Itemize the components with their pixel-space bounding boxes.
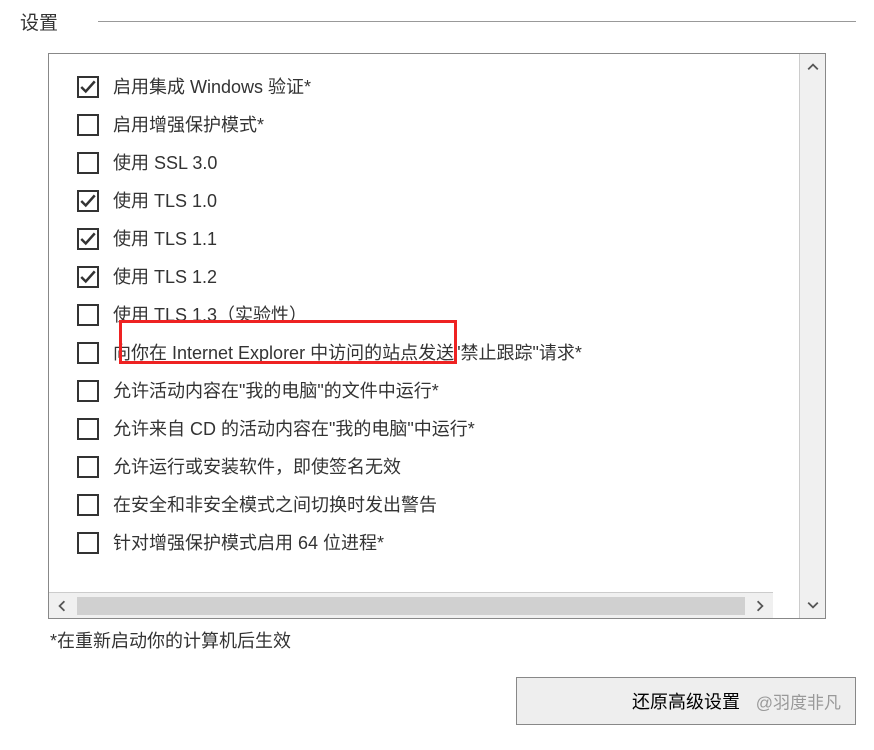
section-title: 设置 [20, 8, 58, 35]
setting-row[interactable]: 启用增强保护模式* [77, 106, 791, 144]
restore-advanced-settings-button[interactable]: 还原高级设置 @羽度非凡 [516, 677, 856, 725]
setting-label: 使用 SSL 3.0 [113, 144, 217, 182]
setting-row[interactable]: 针对增强保护模式启用 64 位进程* [77, 524, 791, 562]
setting-label: 使用 TLS 1.0 [113, 182, 217, 220]
checkbox[interactable] [77, 380, 99, 402]
checkbox[interactable] [77, 456, 99, 478]
checkbox[interactable] [77, 114, 99, 136]
setting-label: 向你在 Internet Explorer 中访问的站点发送"禁止跟踪"请求* [113, 334, 582, 372]
setting-label: 允许活动内容在"我的电脑"的文件中运行* [113, 372, 439, 410]
scroll-up-button[interactable] [800, 54, 825, 80]
settings-content: 启用集成 Windows 验证*启用增强保护模式*使用 SSL 3.0使用 TL… [49, 54, 799, 618]
header-divider [98, 21, 856, 22]
restore-button-label: 还原高级设置 [632, 692, 740, 712]
setting-row[interactable]: 允许来自 CD 的活动内容在"我的电脑"中运行* [77, 410, 791, 448]
hscroll-track[interactable] [77, 597, 745, 615]
checkbox[interactable] [77, 342, 99, 364]
restart-footnote: *在重新启动你的计算机后生效 [50, 627, 874, 653]
setting-row[interactable]: 使用 TLS 1.0 [77, 182, 791, 220]
setting-row[interactable]: 使用 TLS 1.2 [77, 258, 791, 296]
checkbox[interactable] [77, 152, 99, 174]
setting-row[interactable]: 允许活动内容在"我的电脑"的文件中运行* [77, 372, 791, 410]
setting-row[interactable]: 使用 SSL 3.0 [77, 144, 791, 182]
setting-row[interactable]: 使用 TLS 1.1 [77, 220, 791, 258]
checkbox[interactable] [77, 418, 99, 440]
setting-label: 在安全和非安全模式之间切换时发出警告 [113, 486, 437, 524]
checkbox[interactable] [77, 190, 99, 212]
vscroll-track[interactable] [800, 80, 825, 592]
setting-label: 使用 TLS 1.1 [113, 220, 217, 258]
checkbox[interactable] [77, 228, 99, 250]
setting-row[interactable]: 允许运行或安装软件，即使签名无效 [77, 448, 791, 486]
setting-row[interactable]: 向你在 Internet Explorer 中访问的站点发送"禁止跟踪"请求* [77, 334, 791, 372]
setting-label: 启用集成 Windows 验证* [113, 68, 311, 106]
checkbox[interactable] [77, 532, 99, 554]
watermark-text: @羽度非凡 [756, 689, 841, 714]
setting-label: 允许运行或安装软件，即使签名无效 [113, 448, 401, 486]
setting-row[interactable]: 启用集成 Windows 验证* [77, 68, 791, 106]
setting-row[interactable]: 使用 TLS 1.3（实验性） [77, 296, 791, 334]
checkbox[interactable] [77, 76, 99, 98]
settings-listbox: 启用集成 Windows 验证*启用增强保护模式*使用 SSL 3.0使用 TL… [48, 53, 826, 619]
horizontal-scrollbar[interactable] [49, 592, 773, 618]
scroll-down-button[interactable] [800, 592, 825, 618]
setting-label: 使用 TLS 1.3（实验性） [113, 296, 307, 334]
setting-label: 启用增强保护模式* [113, 106, 264, 144]
button-row: 还原高级设置 @羽度非凡 [0, 677, 874, 725]
scroll-left-button[interactable] [49, 593, 75, 619]
setting-row[interactable]: 在安全和非安全模式之间切换时发出警告 [77, 486, 791, 524]
checkbox[interactable] [77, 266, 99, 288]
section-header: 设置 [0, 0, 874, 39]
setting-label: 使用 TLS 1.2 [113, 258, 217, 296]
vertical-scrollbar[interactable] [799, 54, 825, 618]
scroll-right-button[interactable] [747, 593, 773, 619]
setting-label: 允许来自 CD 的活动内容在"我的电脑"中运行* [113, 410, 475, 448]
checkbox[interactable] [77, 304, 99, 326]
checkbox[interactable] [77, 494, 99, 516]
setting-label: 针对增强保护模式启用 64 位进程* [113, 524, 384, 562]
